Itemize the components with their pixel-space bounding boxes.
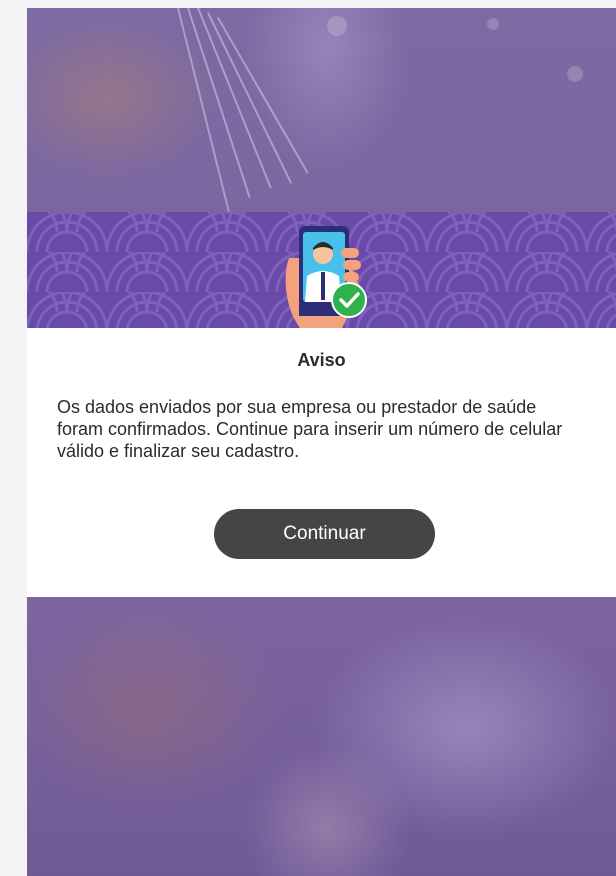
- dialog-message: Os dados enviados por sua empresa ou pre…: [57, 397, 563, 461]
- dialog-title: Aviso: [297, 350, 346, 370]
- dialog-body: Aviso Os dados enviados por sua empresa …: [27, 328, 616, 597]
- check-circle-icon: [331, 282, 367, 318]
- continue-button[interactable]: Continuar: [214, 509, 435, 559]
- app-frame: Aviso Os dados enviados por sua empresa …: [27, 8, 616, 876]
- dialog-banner: [27, 212, 616, 328]
- notice-dialog: Aviso Os dados enviados por sua empresa …: [27, 212, 616, 597]
